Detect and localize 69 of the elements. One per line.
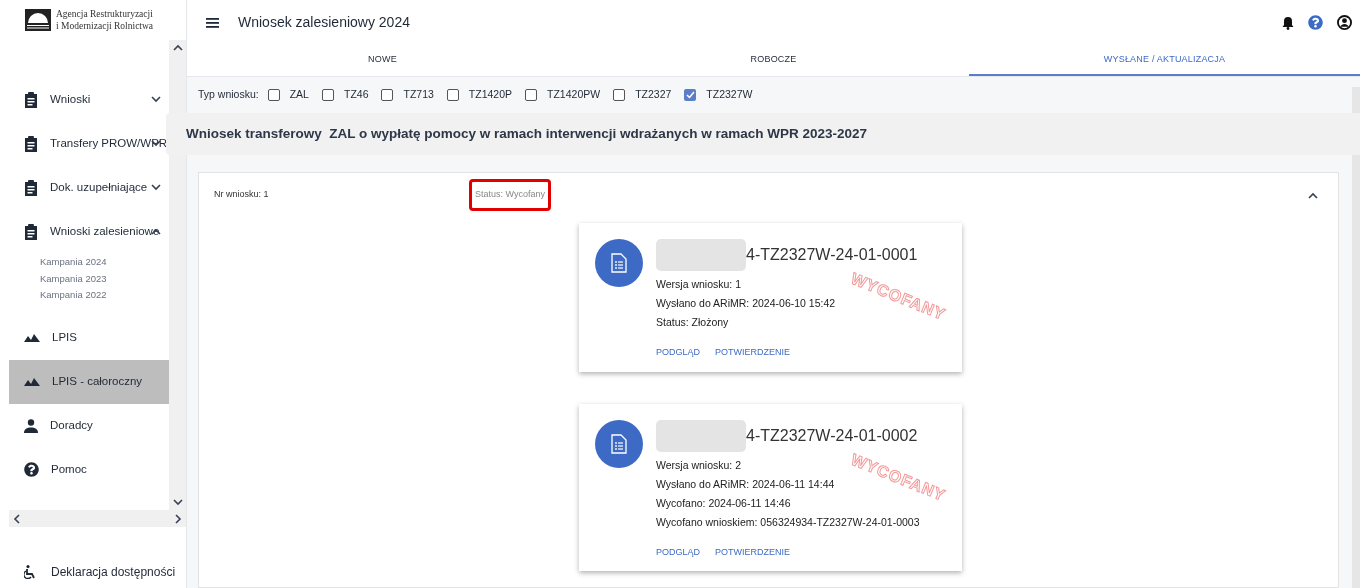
type-checkbox[interactable]: TZ2327W — [684, 87, 753, 103]
nav-subitem[interactable]: Kampania 2024 — [40, 254, 169, 271]
nav-item[interactable]: Pomoc — [9, 447, 169, 492]
document-icon — [595, 419, 643, 468]
filter-label: Typ wniosku: — [198, 87, 259, 103]
scroll-right-icon — [175, 513, 182, 524]
scroll-left-icon — [13, 513, 20, 524]
checkmark-icon — [685, 91, 695, 99]
type-checkbox[interactable]: TZ46 — [321, 87, 369, 103]
nav-label: LPIS — [52, 329, 78, 345]
menu-icon[interactable] — [206, 17, 219, 28]
nav-label: Wnioski — [50, 92, 92, 108]
nav-label: Dok. uzupełniające — [50, 180, 149, 196]
account-icon[interactable] — [1337, 15, 1352, 30]
collapse-icon — [1308, 191, 1318, 199]
nav-item[interactable]: Wnioski — [9, 78, 169, 122]
nav-subitem[interactable]: Kampania 2023 — [40, 270, 169, 287]
logo-text: Agencja Restrukturyzacji — [56, 8, 154, 20]
nav-item[interactable]: Wnioski zalesieniowe — [9, 210, 169, 254]
card-action-link[interactable]: POTWIERDZENIE — [715, 543, 791, 561]
section-title: Wniosek transferowy ZAL o wypłatę pomocy w ramach interwencji wdrażanych w ramach WPR 2023-2027 — [186, 124, 867, 143]
type-checkbox[interactable]: TZ2327 — [613, 87, 672, 103]
application-id: 4-TZ2327W-24-01-0002 — [746, 425, 918, 446]
type-checkbox[interactable]: ZAL — [267, 87, 309, 103]
application-id: 4-TZ2327W-24-01-0001 — [746, 245, 918, 265]
logo-text: i Modernizacji Rolnictwa — [56, 20, 154, 32]
nav-label: Transfery PROW/WPR — [50, 136, 168, 152]
vertical-scrollbar[interactable] — [169, 40, 186, 510]
type-checkbox[interactable]: TZ713 — [381, 87, 434, 103]
nav-label: Pomoc — [51, 461, 88, 477]
scroll-up-icon — [172, 44, 183, 51]
document-icon — [595, 239, 643, 287]
nav-label: LPIS - całoroczny — [52, 373, 144, 389]
help-icon — [24, 462, 39, 477]
application-number: Nr wniosku: 1 — [214, 188, 270, 202]
tab[interactable]: NOWE — [187, 45, 578, 76]
card-action-link[interactable]: PODGLĄD — [656, 543, 700, 561]
nav-item[interactable]: LPIS — [9, 315, 169, 360]
nav-item[interactable]: LPIS - całoroczny — [9, 359, 169, 404]
clipboard-icon — [24, 224, 38, 240]
detail-text: Wycofano wnioskiem: 056324934-TZ2327W-24-01-0003 — [656, 514, 920, 530]
accessibility-icon — [24, 565, 36, 579]
nav-item[interactable]: Deklaracja dostępności — [0, 557, 186, 587]
nav-item[interactable]: Doradcy — [9, 403, 169, 448]
help-icon[interactable] — [1308, 15, 1323, 30]
tab[interactable]: ROBOCZE — [578, 45, 969, 76]
detail-text: Wycofano: 2024-06-11 14:46 — [656, 495, 792, 511]
person-icon — [24, 418, 38, 433]
type-checkbox[interactable]: TZ1420PW — [525, 87, 601, 103]
nav-label: Doradcy — [50, 417, 94, 433]
clipboard-icon — [24, 180, 38, 196]
clipboard-icon — [24, 136, 38, 152]
card-action-link[interactable]: POTWIERDZENIE — [715, 344, 791, 362]
page-title: Wniosek zalesieniowy 2024 — [238, 13, 411, 32]
status-text: Status: Wycofany — [469, 179, 551, 211]
nav-item[interactable]: Dok. uzupełniające — [9, 166, 169, 210]
bell-icon[interactable] — [1282, 15, 1294, 30]
clipboard-icon — [24, 92, 38, 108]
mountain-icon — [24, 333, 40, 342]
mountain-icon — [24, 377, 40, 386]
type-checkbox[interactable]: TZ1420P — [446, 87, 513, 103]
nav-item[interactable]: Transfery PROW/WPR — [9, 122, 169, 166]
card-action-link[interactable]: PODGLĄD — [656, 344, 700, 362]
horizontal-scrollbar[interactable] — [9, 510, 186, 527]
nav-subitem[interactable]: Kampania 2022 — [40, 287, 169, 304]
detail-text: Status: Złożony — [656, 315, 730, 330]
scroll-down-icon — [172, 499, 183, 506]
logo-icon — [25, 9, 51, 31]
nav-label: Wnioski zalesieniowe — [50, 224, 161, 240]
